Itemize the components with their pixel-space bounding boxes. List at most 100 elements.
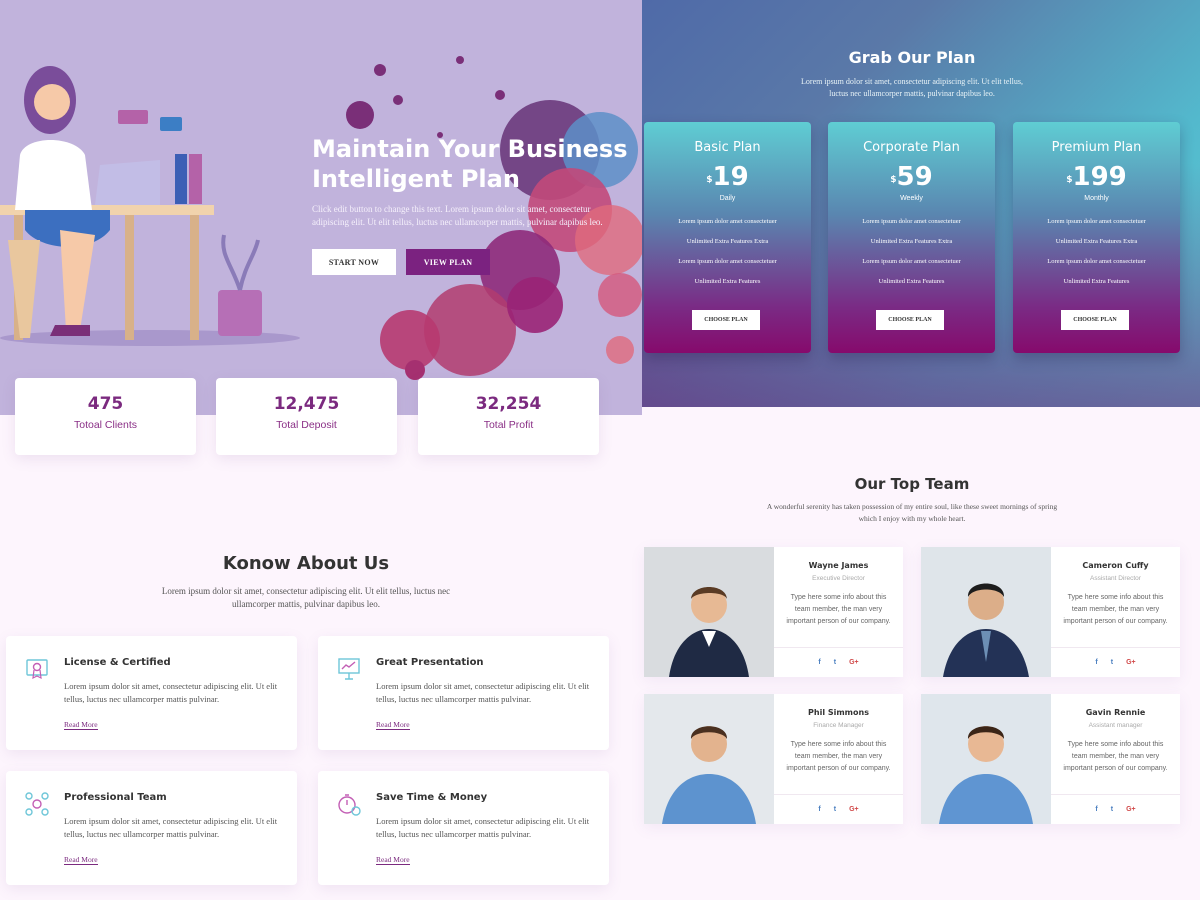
feature-card-license: License & Certified Lorem ipsum dolor si… [6, 636, 297, 750]
plan-card-basic: Basic Plan $19 Daily Lorem ipsum dolor a… [644, 122, 811, 353]
member-social-links: f t G+ [774, 794, 903, 824]
choose-plan-button[interactable]: CHOOSE PLAN [1061, 310, 1129, 330]
feature-card-team: Professional Team Lorem ipsum dolor sit … [6, 771, 297, 885]
plan-feature: Unlimited Extra Features Extra [870, 238, 953, 245]
read-more-link[interactable]: Read More [376, 720, 410, 730]
member-role: Assistant manager [1088, 722, 1143, 729]
woman-at-desk-illustration [0, 66, 300, 346]
stat-card-clients: 475 Totoal Clients [15, 378, 196, 455]
facebook-icon[interactable]: f [1095, 659, 1097, 666]
stat-value: 475 [87, 394, 124, 414]
member-social-links: f t G+ [1051, 647, 1180, 677]
plan-name: Corporate Plan [863, 140, 960, 155]
feature-title: Save Time & Money [376, 792, 488, 803]
plan-price: $59 [890, 162, 933, 192]
read-more-link[interactable]: Read More [64, 855, 98, 865]
member-photo [921, 694, 1051, 824]
member-role: Finance Manager [813, 722, 864, 729]
plan-features: Lorem ipsum dolor amet consectetuer Unli… [828, 212, 995, 292]
plan-feature: Unlimited Extra Features [878, 278, 945, 285]
choose-plan-button[interactable]: CHOOSE PLAN [876, 310, 944, 330]
member-social-links: f t G+ [774, 647, 903, 677]
feature-text: Lorem ipsum dolor sit amet, consectetur … [376, 816, 590, 839]
plan-feature: Unlimited Extra Features [694, 278, 761, 285]
twitter-icon[interactable]: t [1111, 659, 1113, 666]
team-member-card: Phil Simmons Finance Manager Type here s… [644, 694, 903, 824]
view-plan-button[interactable]: VIEW PLAN [406, 249, 490, 275]
plan-feature: Unlimited Extra Features Extra [1055, 238, 1138, 245]
team-member-card: Cameron Cuffy Assistant Director Type he… [921, 547, 1180, 677]
feature-card-presentation: Great Presentation Lorem ipsum dolor sit… [318, 636, 609, 750]
team-member-card: Gavin Rennie Assistant manager Type here… [921, 694, 1180, 824]
choose-plan-button[interactable]: CHOOSE PLAN [692, 310, 760, 330]
plan-name: Premium Plan [1051, 140, 1142, 155]
stopwatch-money-icon [338, 794, 361, 816]
team-subtitle: A wonderful serenity has taken possessio… [766, 502, 1058, 523]
stat-value: 12,475 [273, 394, 340, 414]
pricing-title: Grab Our Plan [848, 48, 976, 67]
member-role: Executive Director [812, 575, 865, 582]
plan-price: $199 [1066, 162, 1127, 192]
hero-title-line2: Intelligent Plan [312, 165, 520, 193]
hero-title-line1: Maintain Your Business [312, 135, 628, 163]
feature-text: Lorem ipsum dolor sit amet, consectetur … [64, 816, 278, 839]
twitter-icon[interactable]: t [834, 659, 836, 666]
google-plus-icon[interactable]: G+ [1126, 659, 1136, 666]
hero-title: Maintain Your Business Intelligent Plan [312, 134, 632, 194]
feature-text: Lorem ipsum dolor sit amet, consectetur … [64, 681, 278, 704]
plan-feature: Lorem ipsum dolor amet consectetuer [862, 218, 961, 225]
twitter-icon[interactable]: t [1111, 806, 1113, 813]
member-photo [644, 547, 774, 677]
member-social-links: f t G+ [1051, 794, 1180, 824]
member-name: Phil Simmons [808, 708, 869, 717]
stat-card-deposit: 12,475 Total Deposit [216, 378, 397, 455]
pricing-section: Grab Our Plan Lorem ipsum dolor sit amet… [642, 0, 1200, 407]
presentation-icon [338, 658, 360, 680]
feature-card-save-time: Save Time & Money Lorem ipsum dolor sit … [318, 771, 609, 885]
feature-title: Professional Team [64, 792, 167, 803]
plan-feature: Unlimited Extra Features Extra [686, 238, 769, 245]
plan-price: $19 [706, 162, 749, 192]
facebook-icon[interactable]: f [818, 659, 820, 666]
facebook-icon[interactable]: f [1095, 806, 1097, 813]
plan-feature: Unlimited Extra Features [1063, 278, 1130, 285]
plan-card-premium: Premium Plan $199 Monthly Lorem ipsum do… [1013, 122, 1180, 353]
member-bio: Type here some info about this team memb… [1063, 594, 1168, 625]
plan-feature: Lorem ipsum dolor amet consectetuer [678, 258, 777, 265]
start-now-button[interactable]: START NOW [312, 249, 396, 275]
stat-label: Total Profit [483, 419, 534, 431]
feature-text: Lorem ipsum dolor sit amet, consectetur … [376, 681, 590, 704]
about-subtitle: Lorem ipsum dolor sit amet, consectetur … [161, 586, 451, 609]
hero-section: Maintain Your Business Intelligent Plan … [0, 0, 642, 415]
google-plus-icon[interactable]: G+ [849, 806, 859, 813]
stat-value: 32,254 [475, 394, 542, 414]
facebook-icon[interactable]: f [818, 806, 820, 813]
member-photo [921, 547, 1051, 677]
certificate-icon [26, 659, 48, 680]
plan-period: Monthly [1084, 195, 1109, 202]
plan-card-corporate: Corporate Plan $59 Weekly Lorem ipsum do… [828, 122, 995, 353]
stat-label: Total Deposit [276, 419, 337, 431]
member-photo [644, 694, 774, 824]
member-name: Gavin Rennie [1085, 708, 1146, 717]
stat-card-profit: 32,254 Total Profit [418, 378, 599, 455]
twitter-icon[interactable]: t [834, 806, 836, 813]
member-bio: Type here some info about this team memb… [786, 741, 891, 772]
team-title: Our Top Team [854, 475, 970, 493]
read-more-link[interactable]: Read More [64, 720, 98, 730]
member-bio: Type here some info about this team memb… [786, 594, 891, 625]
member-name: Cameron Cuffy [1082, 561, 1149, 570]
plan-features: Lorem ipsum dolor amet consectetuer Unli… [1013, 212, 1180, 292]
plan-period: Weekly [900, 195, 923, 202]
team-network-icon [25, 792, 49, 816]
member-role: Assistant Director [1090, 575, 1141, 582]
plan-feature: Lorem ipsum dolor amet consectetuer [862, 258, 961, 265]
feature-title: License & Certified [64, 657, 171, 668]
read-more-link[interactable]: Read More [376, 855, 410, 865]
google-plus-icon[interactable]: G+ [1126, 806, 1136, 813]
google-plus-icon[interactable]: G+ [849, 659, 859, 666]
stat-label: Totoal Clients [73, 419, 138, 431]
plan-feature: Lorem ipsum dolor amet consectetuer [1047, 258, 1146, 265]
member-name: Wayne James [808, 561, 869, 570]
about-title: Konow About Us [222, 553, 390, 574]
